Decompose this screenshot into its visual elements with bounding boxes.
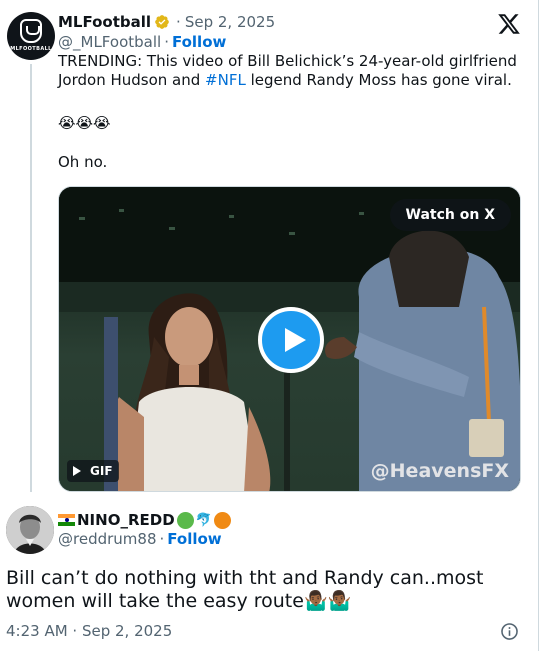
hashtag-nfl-link[interactable]: #NFL bbox=[205, 71, 246, 89]
main-author-name[interactable]: NINO_REDD bbox=[77, 511, 175, 529]
green-circle-icon bbox=[176, 511, 194, 529]
reddrum88-avatar[interactable] bbox=[6, 506, 54, 554]
play-icon bbox=[285, 328, 306, 352]
main-subheader-dot: · bbox=[159, 530, 165, 548]
watch-on-x-button[interactable]: Watch on X bbox=[389, 199, 511, 231]
main-tweet-text: Bill can’t do nothing with tht and Randy… bbox=[6, 567, 484, 612]
quoted-author-name[interactable]: MLFootball bbox=[58, 13, 151, 31]
thread-connector-line bbox=[30, 64, 32, 492]
gif-badge: GIF bbox=[67, 460, 119, 482]
quoted-text-part-2: legend Randy Moss has gone viral. bbox=[245, 71, 512, 89]
main-tweet-timestamp[interactable]: 4:23 AM · Sep 2, 2025 bbox=[6, 622, 172, 640]
quoted-tweet-line-2: Oh no. bbox=[58, 153, 108, 171]
gif-play-icon bbox=[73, 466, 81, 476]
quoted-date[interactable]: Sep 2, 2025 bbox=[185, 13, 275, 31]
verified-badge-icon bbox=[154, 14, 170, 30]
dolphin-emoji: 🐬 bbox=[195, 512, 212, 528]
india-flag-icon bbox=[58, 514, 75, 526]
subheader-dot: · bbox=[164, 33, 169, 51]
quoted-tweet-text: TRENDING: This video of Bill Belichick’s… bbox=[58, 52, 528, 90]
quoted-header: MLFootball · Sep 2, 2025 bbox=[58, 12, 275, 32]
quoted-subheader: @_MLFootball · Follow bbox=[58, 33, 226, 52]
follow-mlfootball-link[interactable]: Follow bbox=[172, 33, 226, 51]
mlfootball-avatar[interactable]: MLFOOTBALL bbox=[7, 12, 55, 60]
video-watermark: @HeavensFX bbox=[370, 460, 509, 482]
play-button[interactable] bbox=[258, 307, 324, 373]
header-dot: · bbox=[176, 13, 181, 31]
reddrum88-photo bbox=[6, 506, 54, 554]
main-header: NINO_REDD 🐬 bbox=[58, 510, 231, 530]
info-icon[interactable] bbox=[500, 622, 519, 641]
mlfootball-emblem-icon bbox=[20, 19, 42, 43]
orange-circle-icon bbox=[213, 511, 231, 529]
video-media[interactable]: Watch on X GIF @HeavensFX bbox=[58, 186, 521, 492]
embedded-tweet-card: MLFOOTBALL MLFootball · Sep 2, 2025 @_ML… bbox=[0, 0, 539, 651]
quoted-handle[interactable]: @_MLFootball bbox=[58, 33, 161, 51]
follow-reddrum88-link[interactable]: Follow bbox=[167, 530, 221, 548]
crying-emojis: 😭😭😭 bbox=[58, 114, 111, 132]
main-handle[interactable]: @reddrum88 bbox=[58, 530, 156, 548]
gif-label: GIF bbox=[90, 464, 113, 478]
x-logo-icon[interactable] bbox=[497, 12, 521, 36]
avatar-brand-text: MLFOOTBALL bbox=[10, 46, 52, 52]
main-subheader: @reddrum88 · Follow bbox=[58, 530, 222, 549]
